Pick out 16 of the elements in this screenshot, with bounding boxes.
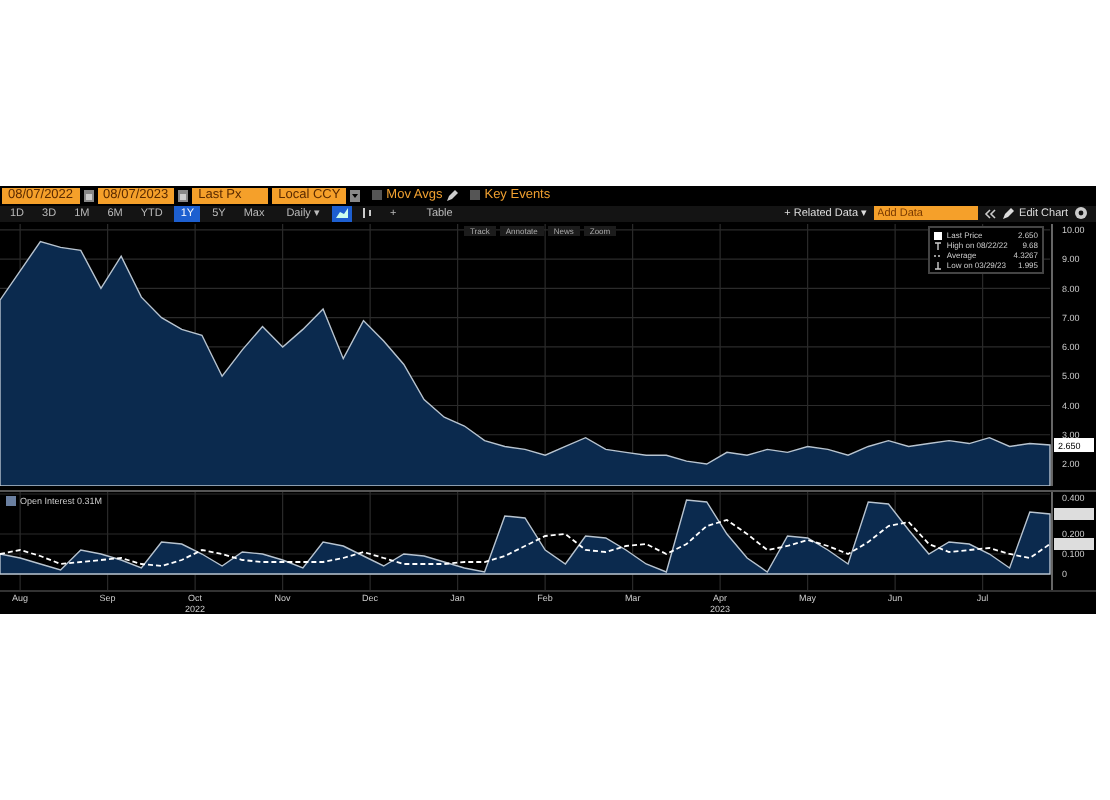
settings-icon[interactable] xyxy=(1074,206,1088,221)
pencil-icon[interactable] xyxy=(1001,207,1014,220)
checkbox[interactable] xyxy=(372,190,383,201)
square-icon xyxy=(6,496,16,506)
dropdown-arrow-icon[interactable] xyxy=(350,189,361,202)
calendar-icon[interactable] xyxy=(83,189,94,202)
marker-icon xyxy=(934,261,943,269)
value-tag xyxy=(1054,538,1094,550)
value-tag xyxy=(1054,508,1094,520)
marker-icon xyxy=(934,241,943,249)
square-icon xyxy=(934,231,943,239)
collapse-icon[interactable] xyxy=(983,207,996,220)
dash-icon xyxy=(934,251,943,259)
candlestick-icon[interactable] xyxy=(359,206,376,221)
calendar-icon[interactable] xyxy=(178,189,189,202)
checkbox[interactable] xyxy=(470,190,481,201)
